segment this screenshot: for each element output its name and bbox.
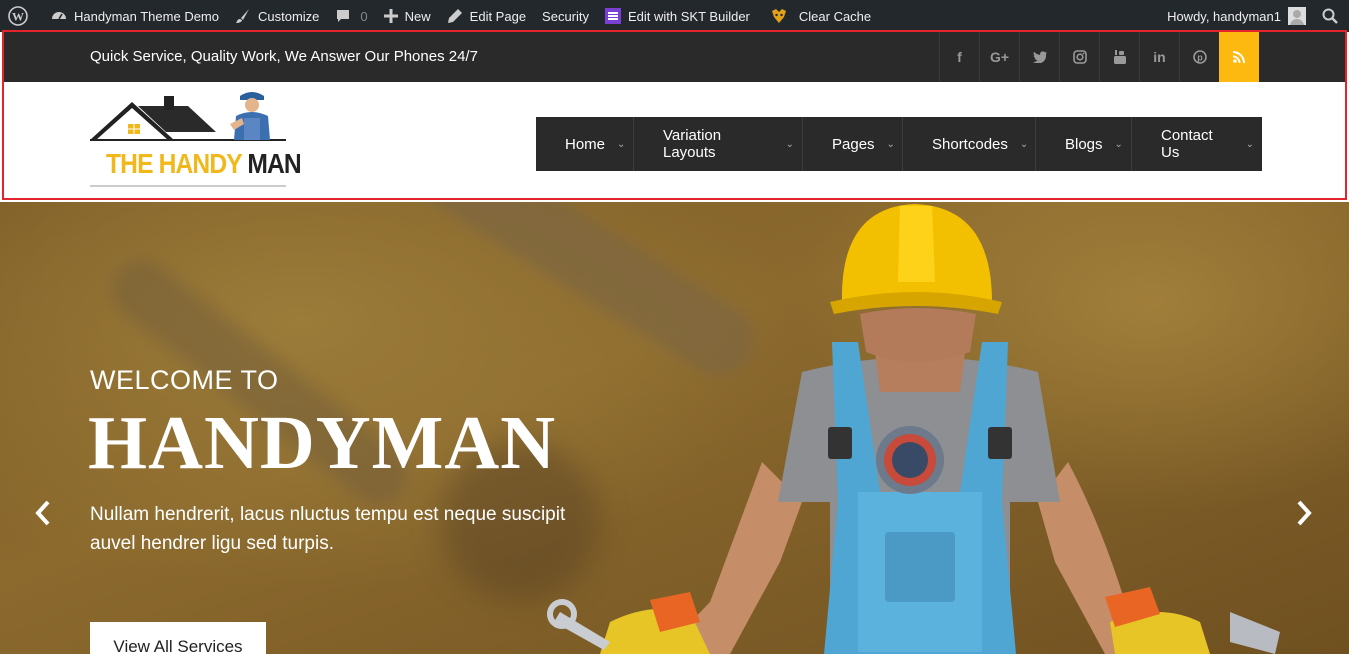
tagline: Quick Service, Quality Work, We Answer O… (90, 48, 478, 65)
google-plus-icon[interactable]: G+ (979, 32, 1019, 82)
nav-item-pages[interactable]: Pages ⌄ (803, 117, 903, 171)
hero-welcome: WELCOME TO (90, 365, 279, 395)
plus-icon (383, 9, 398, 23)
rss-icon[interactable] (1219, 32, 1259, 82)
nav-label: Home (565, 135, 606, 153)
nav-item-home[interactable]: Home ⌄ (536, 117, 634, 171)
logo-word-man: MAN (247, 148, 301, 179)
logo-underline (90, 185, 286, 187)
chevron-down-icon: ⌄ (1019, 138, 1029, 150)
customize-link[interactable]: Customize (227, 0, 327, 32)
account-menu[interactable]: Howdy, handyman1 (1159, 0, 1314, 32)
youtube-icon[interactable] (1099, 32, 1139, 82)
skt-builder-icon (605, 8, 622, 24)
new-content-menu[interactable]: New (376, 0, 439, 32)
social-links: f G+ in p (939, 32, 1259, 82)
wp-admin-bar: W Handyman Theme Demo Customize 0 New Ed… (0, 0, 1349, 32)
twitter-icon[interactable] (1019, 32, 1059, 82)
nav-label: Variation Layouts (663, 127, 722, 161)
nav-item-variation-layouts[interactable]: Variation Layouts ⌄ (634, 117, 803, 171)
top-bar: Quick Service, Quality Work, We Answer O… (4, 32, 1345, 82)
chevron-down-icon: ⌄ (1114, 138, 1123, 150)
chevron-down-icon: ⌄ (617, 138, 626, 150)
comments-count: 0 (360, 8, 368, 24)
pinterest-icon[interactable]: p (1179, 32, 1219, 82)
chevron-down-icon: ⌄ (785, 138, 794, 150)
hero-slider: WELCOME TO HANDYMAN Nullam hendrerit, la… (0, 202, 1349, 654)
svg-text:p: p (1197, 53, 1203, 63)
search-icon (1322, 8, 1338, 24)
logo-wordmark: THE HANDY MAN (106, 148, 302, 180)
worker-photo (547, 204, 1280, 654)
nav-label: Shortcodes (932, 135, 1008, 153)
chevron-down-icon: ⌄ (1245, 138, 1254, 150)
nav-item-shortcodes[interactable]: Shortcodes ⌄ (903, 117, 1036, 171)
main-navigation: Home ⌄ Variation Layouts ⌄ Pages ⌄ Short… (536, 117, 1262, 171)
avatar (1288, 7, 1306, 25)
hero-description: Nullam hendrerit, lacus nluctus tempu es… (90, 504, 566, 554)
site-header: Quick Service, Quality Work, We Answer O… (2, 30, 1347, 200)
facebook-icon[interactable]: f (939, 32, 979, 82)
brush-icon (236, 9, 249, 23)
slider-next-arrow-icon[interactable] (1292, 498, 1316, 528)
nav-label: Pages (832, 135, 875, 153)
nav-item-contact-us[interactable]: Contact Us ⌄ (1132, 117, 1262, 171)
svg-text:W: W (12, 10, 24, 24)
comments-link[interactable]: 0 (327, 0, 375, 32)
view-all-services-button[interactable]: View All Services (90, 622, 266, 654)
site-logo[interactable]: THE HANDY MAN (90, 92, 302, 188)
wordpress-logo-icon[interactable]: W (0, 0, 43, 32)
linkedin-icon[interactable]: in (1139, 32, 1179, 82)
handyman-mascot-icon (230, 92, 270, 140)
instagram-icon[interactable] (1059, 32, 1099, 82)
security-menu[interactable]: Security (534, 0, 597, 32)
howdy-label: Howdy, handyman1 (1167, 8, 1281, 24)
chevron-down-icon: ⌄ (886, 138, 895, 150)
edit-page-label: Edit Page (469, 8, 527, 24)
security-label: Security (542, 8, 590, 24)
site-name-label: Handyman Theme Demo (74, 8, 219, 24)
nav-label: Blogs (1065, 135, 1103, 153)
nav-item-blogs[interactable]: Blogs ⌄ (1036, 117, 1132, 171)
dashboard-icon (52, 12, 66, 20)
hero-title: HANDYMAN (88, 401, 557, 485)
admin-search-button[interactable] (1314, 0, 1349, 32)
nav-label: Contact Us (1161, 127, 1213, 161)
customize-label: Customize (258, 8, 320, 24)
edit-page-link[interactable]: Edit Page (439, 0, 534, 32)
clear-cache-link[interactable]: Clear Cache (762, 0, 879, 32)
comment-icon (337, 10, 350, 22)
new-label: New (404, 8, 431, 24)
pencil-icon (447, 9, 462, 23)
slider-prev-arrow-icon[interactable] (31, 498, 55, 528)
cheetah-icon (771, 9, 786, 23)
skt-builder-label: Edit with SKT Builder (628, 8, 750, 24)
site-name-menu[interactable]: Handyman Theme Demo (43, 0, 227, 32)
clear-cache-label: Clear Cache (798, 8, 872, 24)
skt-builder-link[interactable]: Edit with SKT Builder (597, 0, 758, 32)
logo-word-handy: THE HANDY (106, 148, 242, 179)
